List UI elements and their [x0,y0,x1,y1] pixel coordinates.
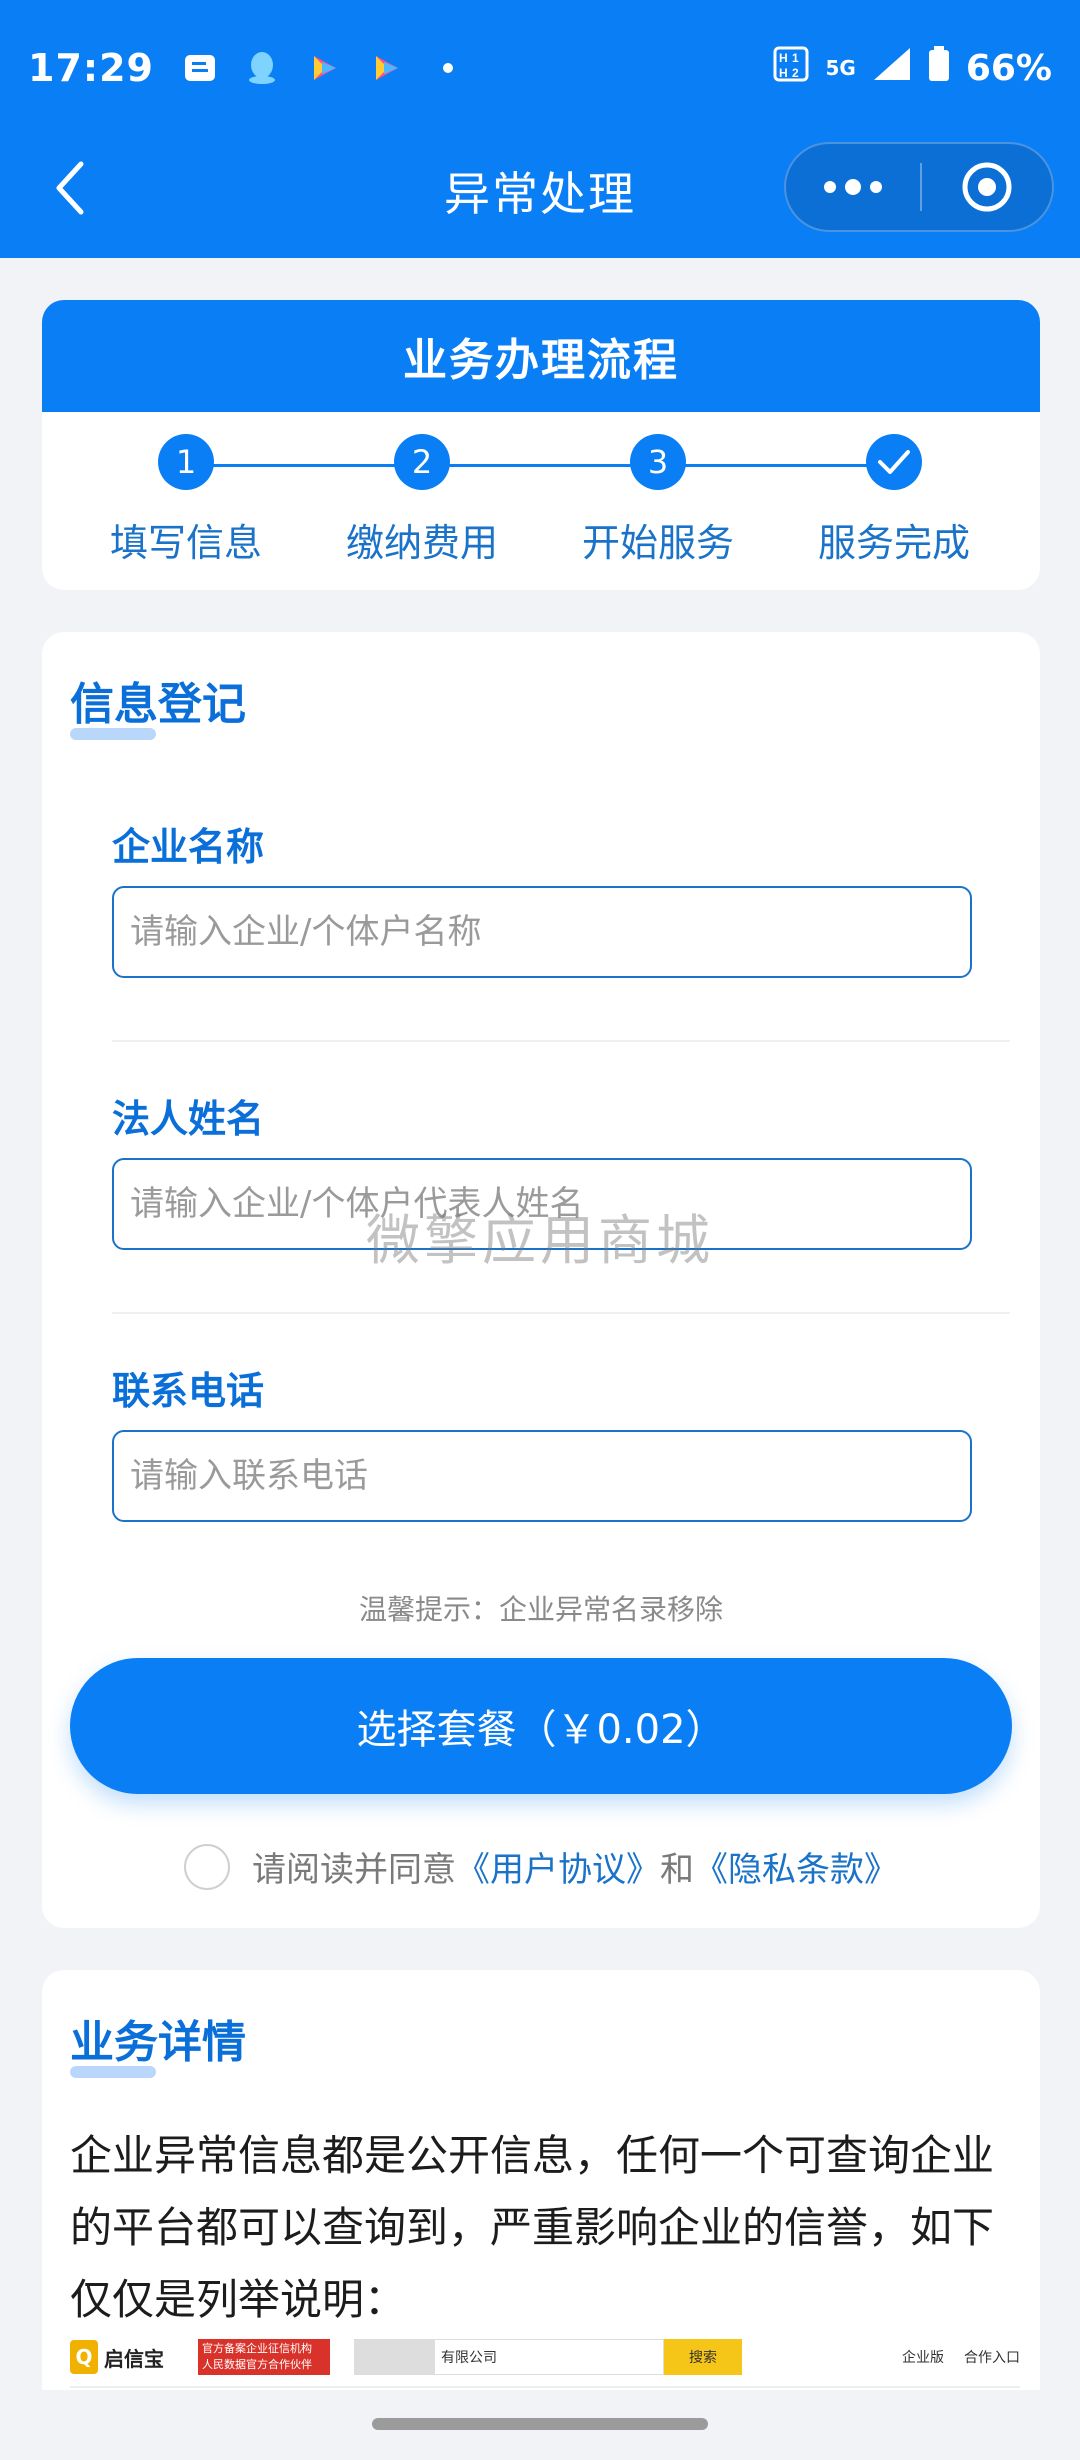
step-pay-fee: 2 缴纳费用 [322,434,522,567]
example-link: 企业版 [902,2350,944,2366]
agree-radio[interactable] [184,1843,230,1890]
company-name-input[interactable] [112,886,972,978]
checkmark-icon [878,450,910,474]
business-detail-card: 业务详情 企业异常信息都是公开信息，任何一个可查询企业的平台都可以查询到，严重影… [42,1970,1040,2390]
svg-text:H: H [779,66,788,80]
status-time: 17:29 [28,46,154,90]
warm-tip: 温馨提示：企业异常名录移除 [358,1593,723,1626]
qixinbao-logo-text: 启信宝 [104,2346,164,2371]
section-title: 业务详情 [70,2017,246,2068]
video-app-icon-2 [368,53,404,83]
privacy-link[interactable]: 《隐私条款》 [694,1842,898,1891]
flow-title: 业务办理流程 [42,300,1040,412]
company-name-label: 企业名称 [112,825,265,869]
official-badge: 官方备案企业征信机构 人民数据官方合作伙伴 [198,2339,330,2375]
legal-person-label: 法人姓名 [112,1097,265,1141]
more-dot-icon [845,179,861,195]
agree-prefix: 请阅读并同意 [252,1850,456,1890]
qq-notification-icon [244,52,280,84]
section-title-underline [70,2066,156,2078]
close-miniprogram-button[interactable] [922,161,1052,213]
svg-text:1: 1 [792,51,799,65]
step-number: 1 [158,434,214,490]
step-label: 服务完成 [817,521,970,565]
more-dot-icon [870,181,882,193]
step-start-service: 3 开始服务 [558,434,758,567]
battery-icon [928,45,950,91]
phone-label: 联系电话 [112,1369,265,1413]
field-divider [112,1040,1010,1042]
phone-input[interactable] [112,1430,972,1522]
miniprogram-capsule [784,142,1054,232]
notification-icons [182,52,466,84]
watermark: 微擎应用商城 [366,1209,714,1272]
top-bar: 17:29 H1H2 5G 66% 异常处理 [0,0,1080,258]
agree-and: 和 [660,1850,694,1890]
detail-description: 企业异常信息都是公开信息，任何一个可查询企业的平台都可以查询到，严重影响企业的信… [70,2131,995,2324]
signal-strength-icon [872,46,912,91]
svg-text:H: H [779,51,788,65]
flow-card: 业务办理流程 1 填写信息 2 缴纳费用 3 开始服务 服务完成 [42,300,1040,590]
video-app-icon [306,53,342,83]
example-screenshot: Q 启信宝 官方备案企业征信机构 人民数据官方合作伙伴 有限公司 搜索 企业版 … [70,2328,1020,2388]
user-agreement-link[interactable]: 《用户协议》 [456,1842,660,1891]
more-notifications-dot-icon [430,53,466,83]
section-title-underline [70,728,156,740]
step-fill-info: 1 填写信息 [86,434,286,567]
flow-steps: 1 填写信息 2 缴纳费用 3 开始服务 服务完成 [42,412,1040,590]
signal-5g-label: 5G [825,56,856,80]
target-circle-icon [962,162,1012,212]
registration-card: 信息登记 企业名称 法人姓名 联系电话 温馨提示：企业异常名录移除 选择套餐（￥… [42,632,1040,1928]
battery-percent: 66% [965,47,1052,89]
example-links: 企业版 合作入口 [902,2347,1020,2367]
step-number: 3 [630,434,686,490]
step-label: 缴纳费用 [345,521,498,565]
example-link: 合作入口 [964,2350,1020,2366]
agreement-row: 请阅读并同意 《用户协议》 和 《隐私条款》 [42,1842,1040,1891]
status-bar: 17:29 H1H2 5G 66% [0,30,1080,106]
step-service-complete: 服务完成 [794,434,994,567]
more-button[interactable] [786,179,920,195]
step-label: 填写信息 [109,521,262,565]
example-search-button: 搜索 [664,2339,742,2375]
message-notification-icon [182,53,218,83]
steps-connector-line [186,464,894,467]
example-search-box: 有限公司 [354,2339,664,2375]
select-package-button[interactable]: 选择套餐（￥0.02） [70,1658,1012,1794]
svg-text:2: 2 [792,66,799,80]
step-label: 开始服务 [581,521,734,565]
step-check [866,434,922,490]
qixinbao-logo-icon: Q [70,2340,98,2374]
status-right: H1H2 5G 66% [773,45,1052,91]
home-indicator[interactable] [372,2418,708,2430]
qixinbao-logo: Q 启信宝 [70,2340,190,2374]
hd-icon: H1H2 [773,46,809,91]
field-divider [112,1312,1010,1314]
nav-bar: 异常处理 [0,140,1080,236]
step-number: 2 [394,434,450,490]
section-title: 信息登记 [70,679,246,730]
more-dot-icon [824,181,836,193]
